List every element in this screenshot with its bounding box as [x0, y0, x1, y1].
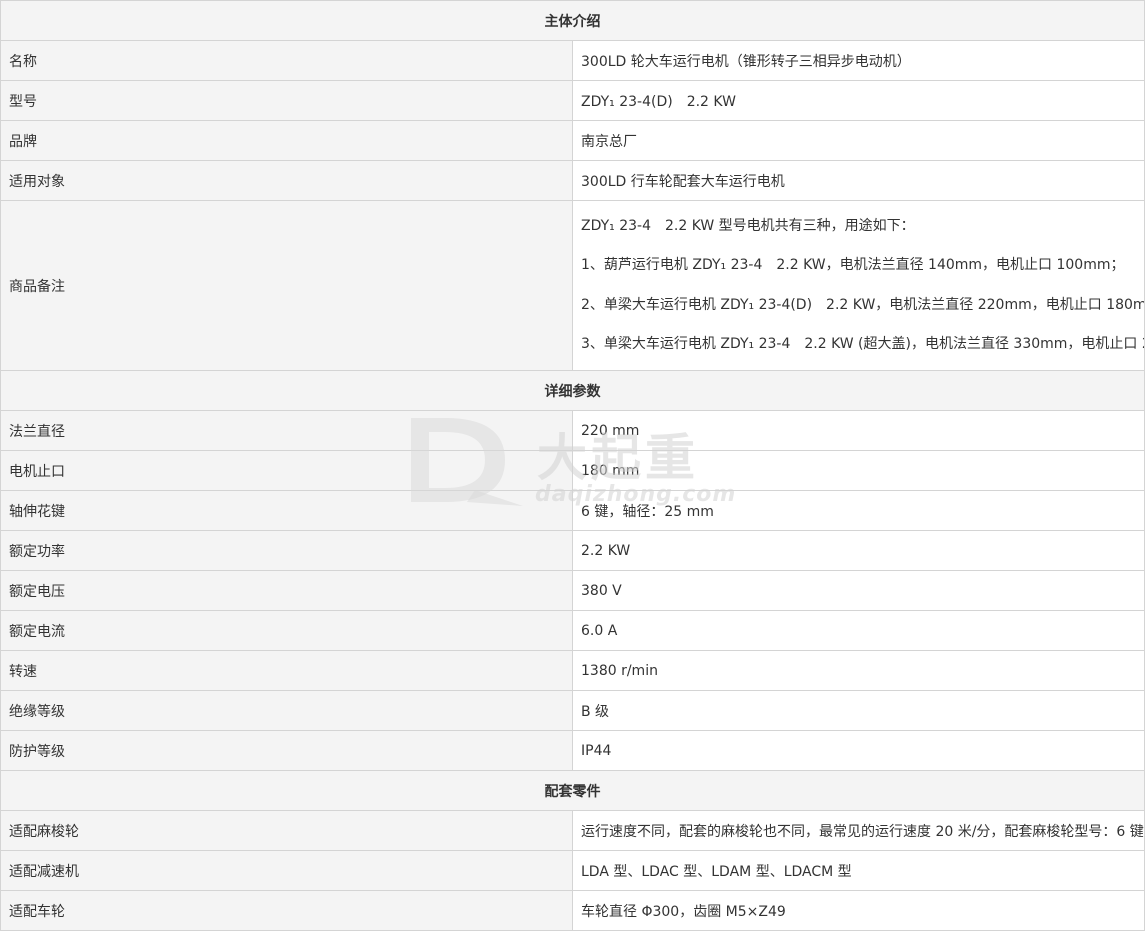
row-value-voltage: 380 V — [572, 570, 1145, 611]
table-row: 绝缘等级 B 级 — [0, 690, 1145, 731]
row-value-insulation: B 级 — [572, 690, 1145, 731]
row-label-reducer: 适配减速机 — [0, 850, 573, 891]
section-row-intro: 主体介绍 — [0, 0, 1145, 41]
table-row: 电机止口 180 mm — [0, 450, 1145, 491]
row-value-power: 2.2 KW — [572, 530, 1145, 571]
row-value-spigot: 180 mm — [572, 450, 1145, 491]
table-row: 型号 ZDY₁ 23-4(D) 2.2 KW — [0, 80, 1145, 121]
row-value-protection: IP44 — [572, 730, 1145, 771]
remark-line: 3、单梁大车运行电机 ZDY₁ 23-4 2.2 KW (超大盖)，电机法兰直径… — [581, 335, 1144, 352]
row-value-speed: 1380 r/min — [572, 650, 1145, 691]
remark-line: ZDY₁ 23-4 2.2 KW 型号电机共有三种，用途如下： — [581, 218, 915, 234]
table-row: 品牌 南京总厂 — [0, 120, 1145, 161]
section-row-parts: 配套零件 — [0, 770, 1145, 811]
row-label-spline-wheel: 适配麻梭轮 — [0, 810, 573, 851]
table-row: 转速 1380 r/min — [0, 650, 1145, 691]
row-label-protection: 防护等级 — [0, 730, 573, 771]
row-value-remarks: ZDY₁ 23-4 2.2 KW 型号电机共有三种，用途如下： 1、葫芦运行电机… — [572, 200, 1145, 371]
row-value-flange: 220 mm — [572, 410, 1145, 451]
section-row-details: 详细参数 — [0, 370, 1145, 411]
table-row: 适用对象 300LD 行车轮配套大车运行电机 — [0, 160, 1145, 201]
spec-table: 主体介绍 名称 300LD 轮大车运行电机（锥形转子三相异步电动机） 型号 ZD… — [0, 0, 1145, 931]
table-row: 防护等级 IP44 — [0, 730, 1145, 771]
row-label-name: 名称 — [0, 40, 573, 81]
table-row: 额定电压 380 V — [0, 570, 1145, 611]
row-label-voltage: 额定电压 — [0, 570, 573, 611]
section-header-parts: 配套零件 — [0, 770, 1145, 811]
row-label-insulation: 绝缘等级 — [0, 690, 573, 731]
table-row-remarks: 商品备注 ZDY₁ 23-4 2.2 KW 型号电机共有三种，用途如下： 1、葫… — [0, 200, 1145, 371]
remark-line: 2、单梁大车运行电机 ZDY₁ 23-4(D) 2.2 KW，电机法兰直径 22… — [581, 296, 1145, 313]
row-label-power: 额定功率 — [0, 530, 573, 571]
table-row: 适配麻梭轮 运行速度不同，配套的麻梭轮也不同，最常见的运行速度 20 米/分，配… — [0, 810, 1145, 851]
row-label-spigot: 电机止口 — [0, 450, 573, 491]
row-label-flange: 法兰直径 — [0, 410, 573, 451]
table-row: 法兰直径 220 mm — [0, 410, 1145, 451]
row-value-spline-wheel: 运行速度不同，配套的麻梭轮也不同，最常见的运行速度 20 米/分，配套麻梭轮型号… — [572, 810, 1145, 851]
row-label-speed: 转速 — [0, 650, 573, 691]
row-label-spline: 轴伸花键 — [0, 490, 573, 531]
row-label-applicable: 适用对象 — [0, 160, 573, 201]
row-value-reducer: LDA 型、LDAC 型、LDAM 型、LDACM 型 — [572, 850, 1145, 891]
table-row: 名称 300LD 轮大车运行电机（锥形转子三相异步电动机） — [0, 40, 1145, 81]
row-value-brand: 南京总厂 — [572, 120, 1145, 161]
row-value-spline: 6 键，轴径：25 mm — [572, 490, 1145, 531]
row-label-remarks: 商品备注 — [0, 200, 573, 371]
section-header-details: 详细参数 — [0, 370, 1145, 411]
table-row: 额定电流 6.0 A — [0, 610, 1145, 651]
remark-line: 1、葫芦运行电机 ZDY₁ 23-4 2.2 KW，电机法兰直径 140mm，电… — [581, 257, 1125, 274]
row-value-applicable: 300LD 行车轮配套大车运行电机 — [572, 160, 1145, 201]
row-value-model: ZDY₁ 23-4(D) 2.2 KW — [572, 80, 1145, 121]
table-row: 额定功率 2.2 KW — [0, 530, 1145, 571]
section-header-intro: 主体介绍 — [0, 0, 1145, 41]
row-label-model: 型号 — [0, 80, 573, 121]
row-value-name: 300LD 轮大车运行电机（锥形转子三相异步电动机） — [572, 40, 1145, 81]
table-row: 轴伸花键 6 键，轴径：25 mm — [0, 490, 1145, 531]
row-value-current: 6.0 A — [572, 610, 1145, 651]
row-label-current: 额定电流 — [0, 610, 573, 651]
table-row: 适配减速机 LDA 型、LDAC 型、LDAM 型、LDACM 型 — [0, 850, 1145, 891]
row-label-brand: 品牌 — [0, 120, 573, 161]
